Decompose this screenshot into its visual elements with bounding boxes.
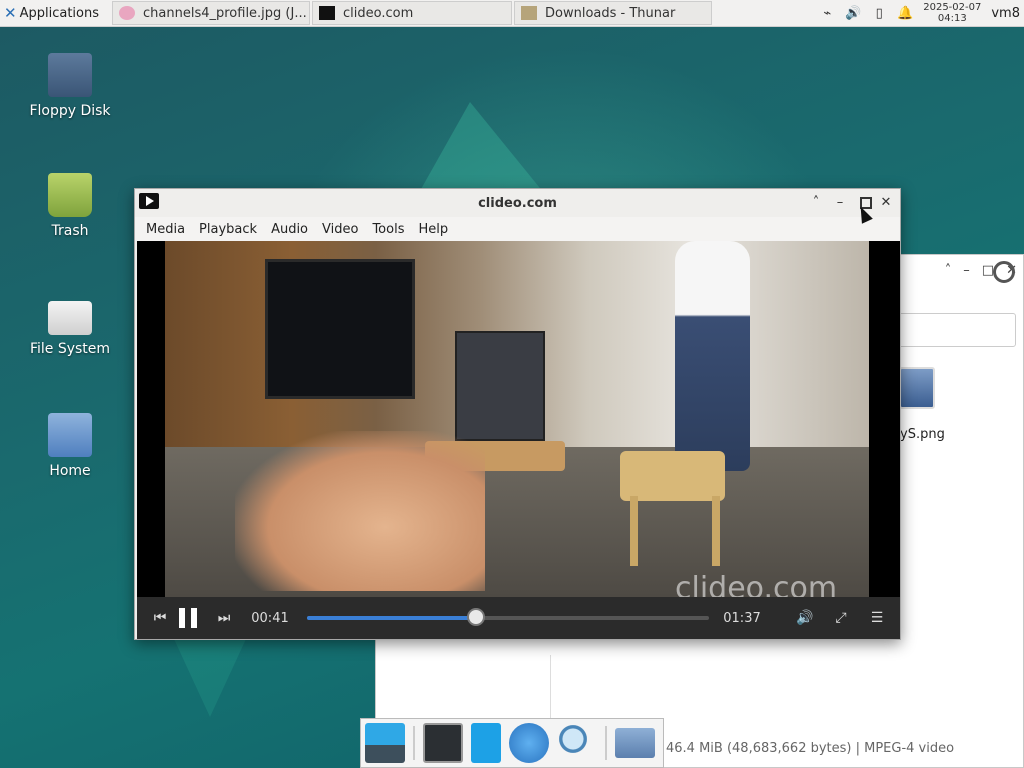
- shade-icon[interactable]: ˄: [808, 195, 824, 211]
- desktop-icon-label: Trash: [51, 223, 89, 239]
- web-browser-icon[interactable]: [509, 723, 549, 763]
- task-label: channels4_profile.jpg (J...: [143, 5, 307, 21]
- folder-icon: [521, 6, 537, 20]
- vlc-app-icon[interactable]: [139, 193, 159, 209]
- playlist-icon[interactable]: ☰: [864, 610, 890, 626]
- search-icon[interactable]: [993, 261, 1015, 283]
- fullscreen-icon[interactable]: ⤢: [828, 610, 854, 626]
- seek-slider[interactable]: [307, 608, 709, 626]
- desktop-icon-label: File System: [29, 341, 111, 357]
- desktop-icon-label: Floppy Disk: [29, 103, 111, 119]
- image-viewer-icon: [119, 6, 135, 20]
- window-title: clideo.com: [478, 195, 557, 211]
- video-frame: clideo.com: [165, 241, 869, 597]
- battery-icon[interactable]: ▯: [871, 5, 887, 21]
- file-name[interactable]: yS.png: [900, 427, 945, 442]
- clock[interactable]: 2025-02-07 04:13: [923, 2, 981, 24]
- volume-icon[interactable]: 🔊: [845, 5, 861, 21]
- video-stool: [620, 451, 725, 501]
- floppy-disk-icon: [48, 53, 92, 97]
- folder-icon[interactable]: [615, 728, 655, 758]
- seek-progress: [307, 616, 476, 620]
- applications-menu-button[interactable]: ✕ Applications: [0, 0, 110, 27]
- drive-icon: [48, 301, 92, 335]
- top-panel: ✕ Applications channels4_profile.jpg (J.…: [0, 0, 1024, 27]
- trash-icon: [48, 173, 92, 217]
- menu-help[interactable]: Help: [411, 222, 455, 237]
- video-watermark: clideo.com: [675, 571, 838, 597]
- dock-separator: [413, 726, 415, 760]
- desktop-icon-trash[interactable]: Trash: [22, 173, 118, 239]
- playback-controls: ⏮ ⏭ 00:41 01:37 🔊 ⤢ ☰: [137, 597, 900, 639]
- desktop-icon-floppy[interactable]: Floppy Disk: [22, 53, 118, 119]
- video-person: [675, 241, 750, 471]
- app-finder-icon[interactable]: [557, 723, 597, 763]
- total-time: 01:37: [723, 610, 761, 626]
- chevron-up-icon[interactable]: ˄: [945, 263, 952, 278]
- vlc-titlebar[interactable]: clideo.com ˄ – ✕: [135, 189, 900, 217]
- task-label: clideo.com: [343, 5, 414, 21]
- pause-button[interactable]: [179, 608, 197, 628]
- close-icon[interactable]: ✕: [878, 195, 894, 211]
- video-hand: [235, 431, 485, 591]
- dock: [360, 718, 664, 768]
- desktop-icon-home[interactable]: Home: [22, 413, 118, 479]
- previous-icon[interactable]: ⏮: [147, 610, 173, 626]
- elapsed-time: 00:41: [251, 610, 289, 626]
- menu-video[interactable]: Video: [315, 222, 365, 237]
- task-label: Downloads - Thunar: [545, 5, 676, 21]
- vlc-icon: [319, 6, 335, 20]
- video-stool-legs: [630, 496, 720, 566]
- right-controls: 🔊 ⤢ ☰: [792, 610, 900, 626]
- video-tv: [265, 259, 415, 399]
- search-field[interactable]: [896, 313, 1016, 347]
- taskbar-item-thunar[interactable]: Downloads - Thunar: [514, 1, 712, 25]
- dock-separator: [605, 726, 607, 760]
- menu-tools[interactable]: Tools: [365, 222, 411, 237]
- taskbar-item-vlc[interactable]: clideo.com: [312, 1, 512, 25]
- minimize-icon[interactable]: –: [963, 263, 970, 278]
- desktop-icon-filesystem[interactable]: File System: [22, 293, 118, 357]
- applications-label: Applications: [19, 5, 99, 21]
- status-bar: 46.4 MiB (48,683,662 bytes) | MPEG-4 vid…: [666, 741, 955, 756]
- system-tray: ⌁ 🔊 ▯ 🔔 2025-02-07 04:13 vm8: [819, 0, 1024, 27]
- terminal-icon[interactable]: [423, 723, 463, 763]
- clock-date: 2025-02-07: [923, 2, 982, 13]
- clock-time: 04:13: [937, 13, 967, 24]
- xfce-logo-icon: ✕: [4, 4, 17, 22]
- menu-media[interactable]: Media: [139, 222, 192, 237]
- seek-handle[interactable]: [466, 608, 485, 626]
- desktop-icon-label: Home: [49, 463, 91, 479]
- show-desktop-icon[interactable]: [365, 723, 405, 763]
- next-icon[interactable]: ⏭: [211, 610, 237, 626]
- user-label[interactable]: vm8: [991, 6, 1020, 21]
- video-computer-case: [455, 331, 545, 441]
- vlc-window: clideo.com ˄ – ✕ Media Playback Audio Vi…: [134, 188, 901, 640]
- minimize-icon[interactable]: –: [832, 195, 848, 211]
- home-folder-icon: [48, 413, 92, 457]
- menu-audio[interactable]: Audio: [264, 222, 315, 237]
- network-icon[interactable]: ⌁: [819, 5, 835, 21]
- notification-bell-icon[interactable]: 🔔: [897, 5, 913, 21]
- taskbar-item-image-viewer[interactable]: channels4_profile.jpg (J...: [112, 1, 310, 25]
- file-manager-icon[interactable]: [471, 723, 501, 763]
- file-thumbnail-icon[interactable]: [899, 367, 935, 409]
- video-area[interactable]: clideo.com: [137, 241, 900, 597]
- menu-bar: Media Playback Audio Video Tools Help: [135, 217, 900, 241]
- volume-icon[interactable]: 🔊: [792, 610, 818, 626]
- menu-playback[interactable]: Playback: [192, 222, 264, 237]
